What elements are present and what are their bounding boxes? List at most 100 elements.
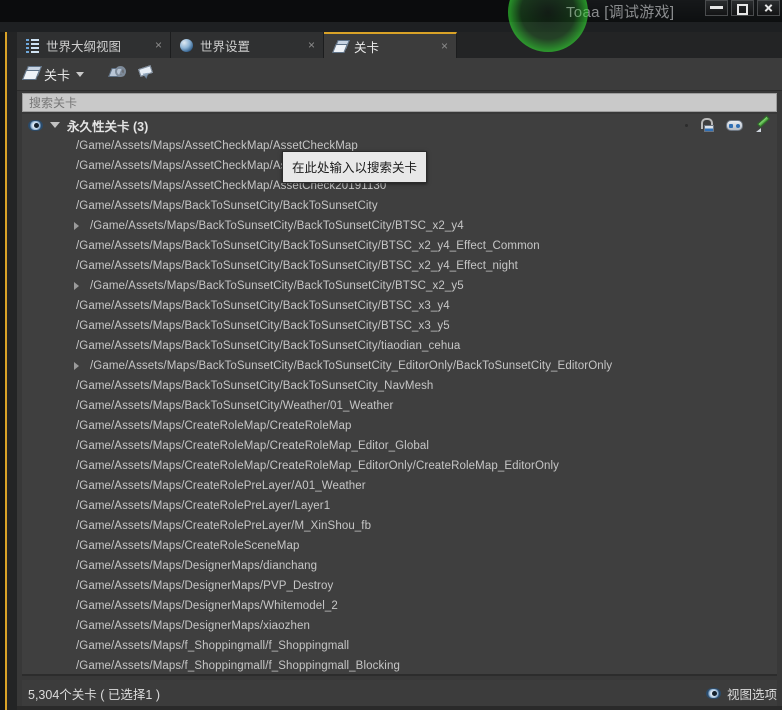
gamepad-icon[interactable] <box>726 119 743 131</box>
level-path-label: /Game/Assets/Maps/BackToSunsetCity/BackT… <box>76 380 434 392</box>
level-path-label: /Game/Assets/Maps/CreateRoleSceneMap <box>76 540 300 552</box>
level-row[interactable]: /Game/Assets/Maps/BackToSunsetCity/Weath… <box>22 396 777 416</box>
search-placeholder: 搜索关卡 <box>29 96 78 110</box>
tab-world-settings[interactable]: 世界设置 × <box>171 32 324 58</box>
level-row[interactable]: /Game/Assets/Maps/DesignerMaps/Whitemode… <box>22 596 777 616</box>
expand-arrow-icon[interactable] <box>74 282 79 290</box>
level-path-label: /Game/Assets/Maps/CreateRolePreLayer/A01… <box>76 480 366 492</box>
level-path-label: /Game/Assets/Maps/BackToSunsetCity/BackT… <box>76 300 450 312</box>
level-row[interactable]: /Game/Assets/Maps/BackToSunsetCity/BackT… <box>22 196 777 216</box>
search-input[interactable]: 搜索关卡 <box>22 93 777 112</box>
levels-icon <box>332 39 350 53</box>
paintbrush-icon <box>137 64 153 81</box>
levels-icon <box>21 66 43 82</box>
level-path-label: /Game/Assets/Maps/DesignerMaps/dianchang <box>76 560 318 572</box>
view-options-label: 视图选项 <box>726 688 777 702</box>
level-row[interactable]: /Game/Assets/Maps/CreateRolePreLayer/M_X… <box>22 516 777 536</box>
group-header-icons <box>685 115 771 133</box>
expand-arrow-icon[interactable] <box>74 362 79 370</box>
tab-close-icon-world-settings[interactable]: × <box>308 39 315 51</box>
levels-list[interactable]: 永久性关卡 (3) /Game/Assets/Maps/AssetCheckMa… <box>22 114 777 674</box>
tab-label-world-settings: 世界设置 <box>200 39 251 54</box>
level-path-label: /Game/Assets/Maps/CreateRolePreLayer/M_X… <box>76 520 372 532</box>
level-row[interactable]: /Game/Assets/Maps/f_Shoppingmall/f_Shopp… <box>22 636 777 656</box>
maximize-button[interactable] <box>731 0 754 16</box>
eye-icon <box>705 688 721 699</box>
view-options-button[interactable]: 视图选项 <box>705 684 777 703</box>
level-row[interactable]: /Game/Assets/Maps/BackToSunsetCity/BackT… <box>22 236 777 256</box>
level-row[interactable]: /Game/Assets/Maps/CreateRoleSceneMap <box>22 536 777 556</box>
level-row[interactable]: /Game/Assets/Maps/BackToSunsetCity/BackT… <box>22 376 777 396</box>
level-row[interactable]: /Game/Assets/Maps/BackToSunsetCity/BackT… <box>22 216 777 236</box>
tab-strip-empty-area <box>457 32 782 58</box>
level-path-label: /Game/Assets/Maps/DesignerMaps/xiaozhen <box>76 620 311 632</box>
tab-label-levels: 关卡 <box>354 40 380 55</box>
level-row[interactable]: /Game/Assets/Maps/CreateRolePreLayer/A01… <box>22 476 777 496</box>
levels-window: Toaa [调试游戏] 世界大纲视图 × 世界设置 × 关卡 × 关卡 搜索关卡… <box>0 0 782 710</box>
levels-menu-button[interactable]: 关卡 <box>21 61 85 87</box>
level-row[interactable]: /Game/Assets/Maps/DesignerMaps/xiaozhen <box>22 616 777 636</box>
levels-panel: 世界大纲视图 × 世界设置 × 关卡 × 关卡 搜索关卡 永久性关卡 (3) /… <box>17 32 782 710</box>
level-path-label: /Game/Assets/Maps/BackToSunsetCity/BackT… <box>76 260 518 272</box>
title-bar-secondary <box>0 22 782 32</box>
level-path-label: /Game/Assets/Maps/BackToSunsetCity/BackT… <box>90 280 464 292</box>
persistent-level-group-label: 永久性关卡 (3) <box>67 119 149 134</box>
outliner-icon <box>26 38 39 53</box>
level-path-label: /Game/Assets/Maps/BackToSunsetCity/BackT… <box>76 320 450 332</box>
level-path-label: /Game/Assets/Maps/f_Shoppingmall/f_Shopp… <box>76 640 350 652</box>
persistent-level-group-header[interactable]: 永久性关卡 (3) <box>22 114 777 136</box>
window-title: Toaa [调试游戏] <box>566 4 675 21</box>
level-path-label: /Game/Assets/Maps/BackToSunsetCity/BackT… <box>90 360 613 372</box>
tab-close-icon-levels[interactable]: × <box>441 40 448 52</box>
level-row[interactable]: /Game/Assets/Maps/BackToSunsetCity/BackT… <box>22 296 777 316</box>
window-controls <box>705 0 780 16</box>
left-gutter <box>7 32 17 710</box>
level-row[interactable]: /Game/Assets/Maps/CreateRoleMap/CreateRo… <box>22 436 777 456</box>
level-row[interactable]: /Game/Assets/Maps/BackToSunsetCity/BackT… <box>22 276 777 296</box>
os-title-bar: Toaa [调试游戏] <box>0 0 782 22</box>
level-row[interactable]: /Game/Assets/Maps/CreateRoleMap/CreateRo… <box>22 416 777 436</box>
tab-close-icon-world-outliner[interactable]: × <box>155 39 162 51</box>
close-button[interactable] <box>757 0 780 16</box>
level-search-button[interactable] <box>105 61 129 85</box>
eye-icon[interactable] <box>28 119 43 131</box>
triangle-down-icon[interactable] <box>50 122 60 128</box>
level-path-label: /Game/Assets/Maps/CreateRoleMap/CreateRo… <box>76 440 429 452</box>
level-path-label: /Game/Assets/Maps/BackToSunsetCity/BackT… <box>76 200 378 212</box>
chevron-down-icon <box>76 71 85 77</box>
tab-levels[interactable]: 关卡 × <box>324 32 457 58</box>
level-rows: /Game/Assets/Maps/AssetCheckMap/AssetChe… <box>22 136 777 674</box>
levels-toolbar: 关卡 <box>17 58 782 91</box>
level-row[interactable]: /Game/Assets/Maps/BackToSunsetCity/BackT… <box>22 356 777 376</box>
level-row[interactable]: /Game/Assets/Maps/BackToSunsetCity/BackT… <box>22 316 777 336</box>
tab-strip: 世界大纲视图 × 世界设置 × 关卡 × <box>17 32 782 58</box>
title-bar-shade <box>0 0 510 22</box>
level-row[interactable]: /Game/Assets/Maps/CreateRoleMap/CreateRo… <box>22 456 777 476</box>
level-row[interactable]: /Game/Assets/Maps/DesignerMaps/dianchang <box>22 556 777 576</box>
panel-bottom-edge <box>17 706 782 710</box>
level-path-label: /Game/Assets/Maps/BackToSunsetCity/BackT… <box>76 240 540 252</box>
level-path-label: /Game/Assets/Maps/BackToSunsetCity/BackT… <box>76 340 461 352</box>
level-path-label: /Game/Assets/Maps/f_Shoppingmall/f_Shopp… <box>76 660 400 672</box>
level-path-label: /Game/Assets/Maps/DesignerMaps/PVP_Destr… <box>76 580 334 592</box>
status-bar: 5,304个关卡 ( 已选择1 ) 视图选项 <box>22 680 777 706</box>
level-path-label: /Game/Assets/Maps/CreateRolePreLayer/Lay… <box>76 500 331 512</box>
level-row[interactable]: /Game/Assets/Maps/BackToSunsetCity/BackT… <box>22 336 777 356</box>
level-row[interactable]: /Game/Assets/Maps/f_Shoppingmall/f_Shopp… <box>22 656 777 674</box>
minimize-button[interactable] <box>705 0 728 16</box>
level-path-label: /Game/Assets/Maps/BackToSunsetCity/BackT… <box>90 220 464 232</box>
level-path-label: /Game/Assets/Maps/DesignerMaps/Whitemode… <box>76 600 338 612</box>
level-path-label: /Game/Assets/Maps/CreateRoleMap/CreateRo… <box>76 420 352 432</box>
status-dot <box>685 123 688 127</box>
level-row[interactable]: /Game/Assets/Maps/DesignerMaps/PVP_Destr… <box>22 576 777 596</box>
tab-label-world-outliner: 世界大纲视图 <box>46 39 122 54</box>
level-row[interactable]: /Game/Assets/Maps/CreateRolePreLayer/Lay… <box>22 496 777 516</box>
pencil-icon[interactable] <box>755 115 771 133</box>
tab-world-outliner[interactable]: 世界大纲视图 × <box>17 32 171 58</box>
level-row[interactable]: /Game/Assets/Maps/BackToSunsetCity/BackT… <box>22 256 777 276</box>
search-tooltip: 在此处输入以搜索关卡 <box>282 151 428 183</box>
level-paint-button[interactable] <box>133 61 157 85</box>
expand-arrow-icon[interactable] <box>74 222 79 230</box>
lock-icon[interactable] <box>700 117 714 133</box>
level-path-label: /Game/Assets/Maps/BackToSunsetCity/Weath… <box>76 400 394 412</box>
